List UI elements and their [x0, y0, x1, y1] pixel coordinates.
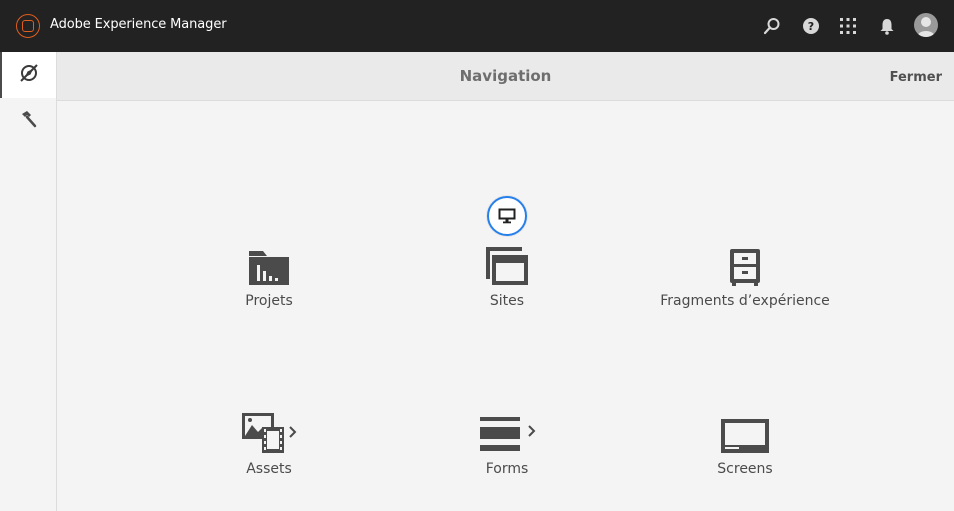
apps-grid-icon[interactable] [838, 16, 858, 36]
tile-label: Fragments d’expérience [660, 293, 830, 309]
tile-screens[interactable]: Screens [645, 405, 845, 505]
side-rail [0, 52, 57, 511]
tile-label: Screens [717, 461, 773, 477]
forms-icon [407, 405, 607, 455]
tile-label: Forms [485, 461, 529, 477]
assets-icon [169, 405, 369, 455]
page-title: Navigation [459, 67, 552, 85]
app-title[interactable]: Adobe Experience Manager [50, 17, 227, 32]
tile-sites[interactable]: Sites [407, 237, 607, 337]
avatar[interactable] [914, 13, 938, 37]
tile-projets[interactable]: Projets [169, 237, 369, 337]
tile-label: Projets [245, 293, 293, 309]
rail-item-navigation[interactable] [0, 52, 56, 98]
sites-icon [407, 237, 607, 287]
tile-assets[interactable]: Assets [169, 405, 369, 505]
bell-icon[interactable] [877, 16, 897, 36]
help-icon[interactable]: ? [801, 16, 821, 36]
tile-fragments-experience[interactable]: Fragments d’expérience [645, 237, 845, 337]
monitor-icon[interactable] [487, 196, 527, 236]
search-icon[interactable] [762, 16, 782, 36]
projects-folder-icon [169, 237, 369, 287]
svg-text:?: ? [808, 20, 814, 33]
compass-icon [19, 63, 39, 87]
close-button[interactable]: Fermer [890, 70, 942, 85]
screens-icon [645, 405, 845, 455]
page-header: Navigation Fermer [57, 52, 954, 101]
tile-label: Assets [246, 461, 292, 477]
aem-logo-icon[interactable] [16, 14, 40, 38]
rail-item-tools[interactable] [0, 98, 56, 144]
tile-label: Sites [489, 293, 525, 309]
hammer-icon [18, 109, 38, 133]
tile-forms[interactable]: Forms [407, 405, 607, 505]
top-bar: Adobe Experience Manager ? [0, 0, 954, 52]
cabinet-icon [645, 237, 845, 287]
